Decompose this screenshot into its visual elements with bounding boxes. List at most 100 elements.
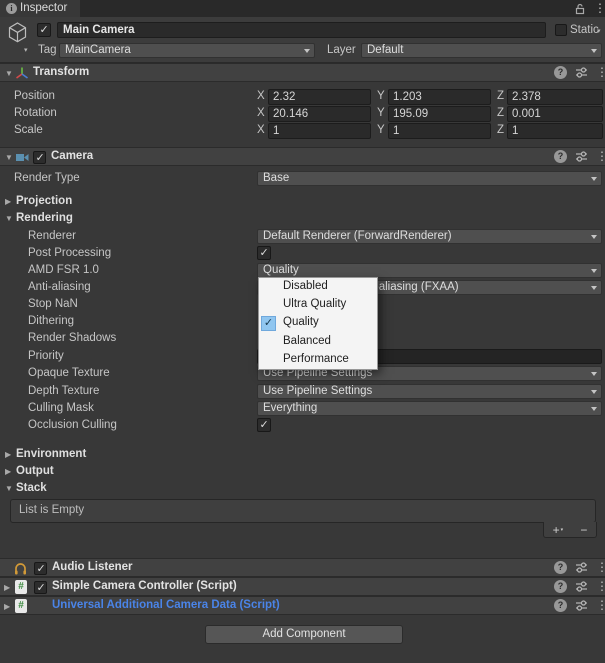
position-row: Position X 2.32 Y 1.203 Z 2.378 — [0, 89, 605, 105]
lock-icon[interactable] — [574, 3, 586, 15]
stack-foldout[interactable]: ▼ Stack — [0, 481, 605, 497]
component-menu-kebab-icon[interactable]: ⋮ — [596, 599, 605, 612]
presets-icon[interactable] — [575, 580, 588, 593]
culling-mask-row: Culling Mask Everything — [0, 401, 605, 417]
post-processing-checkbox[interactable] — [257, 246, 271, 260]
inspector-window: i Inspector ⋮ ▾ Main Camera Static ▾ Tag… — [0, 0, 605, 663]
tag-dropdown[interactable]: MainCamera — [59, 43, 315, 58]
universal-additional-camera-data-header[interactable]: ▶ # Universal Additional Camera Data (Sc… — [0, 596, 605, 615]
help-icon[interactable]: ? — [554, 580, 567, 593]
foldout-closed-icon[interactable]: ▶ — [5, 467, 11, 476]
transform-foldout-icon[interactable]: ▼ — [5, 69, 13, 78]
position-label: Position — [14, 90, 55, 102]
priority-label: Priority — [28, 350, 64, 362]
static-caret-icon[interactable]: ▾ — [597, 27, 601, 35]
axis-z-label: Z — [497, 90, 505, 102]
scale-z-field[interactable]: 1 — [507, 123, 603, 139]
position-y-field[interactable]: 1.203 — [388, 89, 491, 105]
gameobject-cube-icon[interactable] — [5, 20, 30, 45]
rendering-label: Rendering — [16, 212, 73, 224]
stack-add-button[interactable]: +▾ — [553, 524, 564, 536]
axis-x-label: X — [257, 107, 265, 119]
info-icon: i — [6, 3, 17, 14]
depth-texture-dropdown[interactable]: Use Pipeline Settings — [257, 384, 602, 399]
popup-item-quality[interactable]: ✓ Quality — [259, 314, 377, 332]
help-icon[interactable]: ? — [554, 150, 567, 163]
presets-icon[interactable] — [575, 561, 588, 574]
foldout-closed-icon[interactable]: ▶ — [5, 450, 11, 459]
transform-header[interactable]: ▼ Transform ? ⋮ — [0, 63, 605, 82]
anti-aliasing-label: Anti-aliasing — [28, 281, 91, 293]
component-menu-kebab-icon[interactable]: ⋮ — [596, 66, 605, 79]
environment-label: Environment — [16, 448, 87, 460]
audio-listener-icon — [15, 563, 26, 575]
output-label: Output — [16, 465, 54, 477]
presets-icon[interactable] — [575, 150, 588, 163]
script-enabled-checkbox[interactable] — [34, 581, 47, 594]
scale-row: Scale X 1 Y 1 Z 1 — [0, 123, 605, 139]
tab-inspector[interactable]: i Inspector — [0, 0, 80, 17]
universal-additional-camera-data-title: Universal Additional Camera Data (Script… — [52, 599, 280, 611]
script-icon: # — [15, 580, 27, 594]
popup-item-performance[interactable]: ✓ Performance — [259, 351, 377, 369]
component-menu-kebab-icon[interactable]: ⋮ — [596, 580, 605, 593]
audio-listener-enabled-checkbox[interactable] — [34, 562, 47, 575]
layer-dropdown[interactable]: Default — [361, 43, 602, 58]
fsr-quality-popup: ✓ Disabled ✓ Ultra Quality ✓ Quality ✓ B… — [258, 277, 378, 370]
component-menu-kebab-icon[interactable]: ⋮ — [596, 561, 605, 574]
stack-list: List is Empty — [10, 499, 596, 523]
foldout-open-icon[interactable]: ▼ — [5, 484, 13, 493]
popup-item-ultra-quality[interactable]: ✓ Ultra Quality — [259, 296, 377, 314]
renderer-label: Renderer — [28, 230, 76, 242]
scale-x-field[interactable]: 1 — [268, 123, 371, 139]
renderer-row: Renderer Default Renderer (ForwardRender… — [0, 229, 605, 245]
tab-menu-kebab-icon[interactable]: ⋮ — [594, 2, 605, 15]
gameobject-name-field[interactable]: Main Camera — [57, 22, 546, 38]
presets-icon[interactable] — [575, 599, 588, 612]
scale-y-field[interactable]: 1 — [388, 123, 491, 139]
static-checkbox[interactable] — [555, 24, 567, 36]
renderer-dropdown[interactable]: Default Renderer (ForwardRenderer) — [257, 229, 602, 244]
gameobject-enabled-checkbox[interactable] — [37, 23, 51, 37]
position-x-field[interactable]: 2.32 — [268, 89, 371, 105]
foldout-closed-icon[interactable]: ▶ — [5, 197, 11, 206]
component-menu-kebab-icon[interactable]: ⋮ — [596, 150, 605, 163]
rotation-x-field[interactable]: 20.146 — [268, 106, 371, 122]
axis-x-label: X — [257, 124, 265, 136]
amd-fsr-dropdown[interactable]: Quality — [257, 263, 602, 278]
axis-y-label: Y — [377, 90, 385, 102]
projection-foldout[interactable]: ▶ Projection — [0, 194, 605, 210]
popup-item-balanced[interactable]: ✓ Balanced — [259, 333, 377, 351]
culling-mask-dropdown[interactable]: Everything — [257, 401, 602, 416]
camera-header[interactable]: ▼ Camera ? ⋮ — [0, 147, 605, 166]
rotation-label: Rotation — [14, 107, 57, 119]
foldout-closed-icon[interactable]: ▶ — [4, 602, 10, 611]
help-icon[interactable]: ? — [554, 561, 567, 574]
output-foldout[interactable]: ▶ Output — [0, 464, 605, 480]
render-type-dropdown[interactable]: Base — [257, 171, 602, 186]
tab-bar: i Inspector ⋮ — [0, 0, 605, 18]
help-icon[interactable]: ? — [554, 66, 567, 79]
audio-listener-header[interactable]: Audio Listener ? ⋮ — [0, 558, 605, 577]
occlusion-culling-checkbox[interactable] — [257, 418, 271, 432]
presets-icon[interactable] — [575, 66, 588, 79]
stack-remove-button[interactable]: − — [580, 524, 587, 536]
rotation-y-field[interactable]: 195.09 — [388, 106, 491, 122]
foldout-closed-icon[interactable]: ▶ — [4, 583, 10, 592]
help-icon[interactable]: ? — [554, 599, 567, 612]
axis-x-label: X — [257, 90, 265, 102]
gameobject-icon-caret[interactable]: ▾ — [24, 46, 28, 54]
environment-foldout[interactable]: ▶ Environment — [0, 447, 605, 463]
depth-texture-label: Depth Texture — [28, 385, 100, 397]
popup-item-disabled[interactable]: ✓ Disabled — [259, 278, 377, 296]
culling-mask-label: Culling Mask — [28, 402, 94, 414]
camera-enabled-checkbox[interactable] — [33, 151, 46, 164]
foldout-open-icon[interactable]: ▼ — [5, 214, 13, 223]
camera-foldout-icon[interactable]: ▼ — [5, 153, 13, 162]
rotation-z-field[interactable]: 0.001 — [507, 106, 603, 122]
add-component-button[interactable]: Add Component — [205, 625, 403, 644]
depth-texture-row: Depth Texture Use Pipeline Settings — [0, 384, 605, 400]
position-z-field[interactable]: 2.378 — [507, 89, 603, 105]
rendering-foldout[interactable]: ▼ Rendering — [0, 211, 605, 227]
simple-camera-controller-header[interactable]: ▶ # Simple Camera Controller (Script) ? … — [0, 577, 605, 596]
